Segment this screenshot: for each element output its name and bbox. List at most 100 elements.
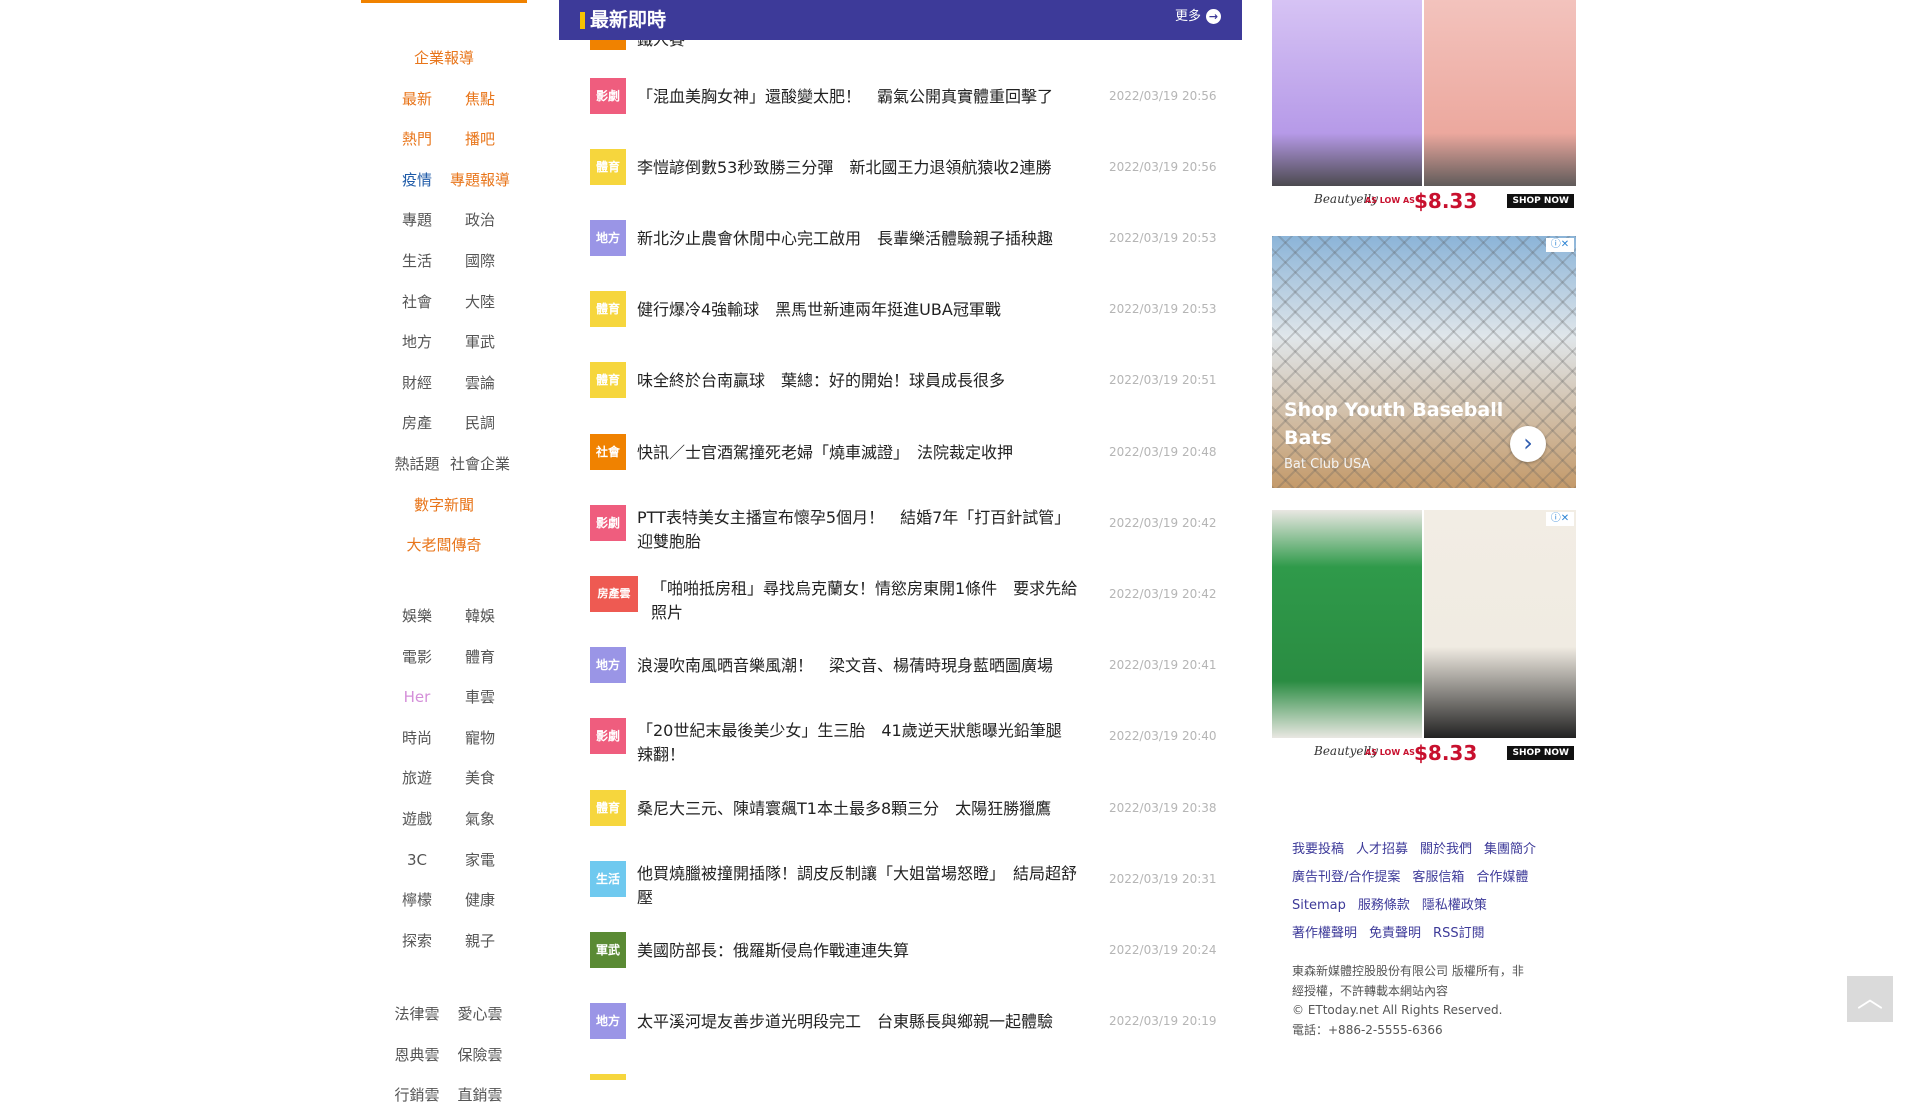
nav-link[interactable]: 家電 bbox=[465, 850, 495, 870]
nav-link[interactable]: 國際 bbox=[465, 251, 495, 271]
news-headline[interactable]: 美國防部長：俄羅斯侵烏作戰連連失算 bbox=[637, 939, 1077, 963]
category-badge[interactable]: 體育 bbox=[590, 148, 626, 185]
category-badge[interactable]: 社會 bbox=[590, 433, 626, 470]
category-badge[interactable]: 地方 bbox=[590, 1003, 626, 1040]
footer-link[interactable]: 免責聲明 bbox=[1369, 925, 1421, 942]
news-headline[interactable]: 「混血美胸女神」還酸變太肥！ 霸氣公開真實體重回擊了 bbox=[637, 85, 1077, 109]
footer-link[interactable]: 人才招募 bbox=[1356, 841, 1408, 858]
news-item[interactable]: 影劇 「20世紀末最後美少女」生三胎 41歲逆天狀態曝光鉛筆腿辣翻！ 2022/03… bbox=[559, 701, 1242, 772]
nav-link[interactable]: 雲論 bbox=[465, 373, 495, 393]
category-badge[interactable]: 體育 bbox=[590, 291, 626, 328]
nav-link[interactable]: 氣象 bbox=[465, 809, 495, 829]
ad-headline[interactable]: Shop Youth Baseball Bats bbox=[1284, 396, 1504, 452]
nav-link[interactable]: 旅遊 bbox=[402, 768, 432, 788]
news-item[interactable]: 體育耀季7輪邱辰獲天滿貫砲 味全龍5比2逆轉統一獅2022/03/19 20:1… bbox=[559, 1057, 1242, 1080]
nav-link[interactable]: 電影 bbox=[402, 647, 432, 667]
nav-link[interactable]: 焦點 bbox=[465, 89, 495, 109]
footer-link[interactable]: Sitemap bbox=[1292, 897, 1346, 914]
nav-link[interactable]: 娛樂 bbox=[402, 606, 432, 626]
category-badge[interactable]: 影劇 bbox=[590, 718, 626, 755]
baseball-ad[interactable]: ⓘ✕ Shop Youth Baseball Bats Bat Club USA… bbox=[1272, 236, 1576, 488]
category-badge[interactable]: 地方 bbox=[590, 219, 626, 256]
shop-now-button[interactable]: SHOP NOW bbox=[1507, 194, 1574, 208]
footer-link[interactable]: 集團簡介 bbox=[1484, 841, 1536, 858]
news-item[interactable]: 生活 他買燒臘被撞開插隊！調皮反制讓「大姐當場怒瞪」 結局超舒壓 2022/03/1… bbox=[559, 844, 1242, 915]
category-badge[interactable]: 體育 bbox=[590, 789, 626, 826]
nav-link[interactable]: 熱門 bbox=[402, 129, 432, 149]
nav-link[interactable]: 軍武 bbox=[465, 332, 495, 352]
nav-link[interactable]: 直銷雲 bbox=[457, 1085, 502, 1105]
nav-link[interactable]: 房產 bbox=[402, 413, 432, 433]
news-item[interactable]: 體育 桑尼大三元、陳靖寰飆T1本土最多8顆三分 太陽狂勝獵鷹 2022/03/19 … bbox=[559, 773, 1242, 844]
nav-link[interactable]: 大老闆傳奇 bbox=[406, 535, 481, 555]
nav-link[interactable]: 熱話題 bbox=[394, 454, 439, 474]
news-headline[interactable]: 新北汐止農會休閒中心完工啟用 長輩樂活體驗親子插秧趣 bbox=[637, 227, 1077, 251]
news-item[interactable]: 地方 新北汐止農會休閒中心完工啟用 長輩樂活體驗親子插秧趣 2022/03/19 2… bbox=[559, 203, 1242, 274]
footer-link[interactable]: 隱私權政策 bbox=[1422, 897, 1487, 914]
nav-link[interactable]: 3C bbox=[407, 850, 427, 870]
nav-link[interactable]: 疫情 bbox=[402, 170, 432, 190]
news-headline[interactable]: 桑尼大三元、陳靖寰飆T1本土最多8顆三分 太陽狂勝獵鷹 bbox=[637, 797, 1077, 821]
news-item[interactable]: 影劇 PTT表特美女主播宣布懷孕5個月！ 結婚7年「打百針試管」迎雙胞胎 2022/… bbox=[559, 488, 1242, 559]
adchoices-icon[interactable]: ⓘ✕ bbox=[1546, 238, 1574, 252]
news-item[interactable]: 房產雲 「啪啪抵房租」尋找烏克蘭女！情慾房東開1條件 要求先給照片 2022/03/… bbox=[559, 559, 1242, 630]
nav-link[interactable]: 體育 bbox=[465, 647, 495, 667]
nav-link[interactable]: 社會 bbox=[402, 292, 432, 312]
nav-link[interactable]: 民調 bbox=[465, 413, 495, 433]
category-badge[interactable]: 軍武 bbox=[590, 931, 626, 968]
nav-link[interactable]: 政治 bbox=[465, 210, 495, 230]
footer-link[interactable]: 我要投稿 bbox=[1292, 841, 1344, 858]
nav-link[interactable]: 最新 bbox=[402, 89, 432, 109]
category-badge[interactable]: 體育 bbox=[590, 362, 626, 399]
nav-link[interactable]: 時尚 bbox=[402, 728, 432, 748]
nav-link[interactable]: 專題 bbox=[402, 210, 432, 230]
footer-link[interactable]: 合作媒體 bbox=[1476, 869, 1528, 886]
nav-link[interactable]: 檸檬 bbox=[402, 890, 432, 910]
category-badge[interactable]: 房產雲 bbox=[590, 575, 638, 612]
nav-link[interactable]: 遊戲 bbox=[402, 809, 432, 829]
more-link[interactable]: 更多 → bbox=[1175, 8, 1221, 25]
footer-link[interactable]: 關於我們 bbox=[1420, 841, 1472, 858]
category-badge[interactable]: 生活 bbox=[590, 860, 626, 897]
footer-link[interactable]: 服務條款 bbox=[1358, 897, 1410, 914]
footer-link[interactable]: 著作權聲明 bbox=[1292, 925, 1357, 942]
back-to-top-button[interactable]: ︿ bbox=[1847, 976, 1893, 1022]
nav-link[interactable]: 寵物 bbox=[465, 728, 495, 748]
news-headline[interactable]: 太平溪河堤友善步道光明段完工 台東縣長與鄉親一起體驗 bbox=[637, 1010, 1077, 1034]
nav-link[interactable]: 生活 bbox=[402, 251, 432, 271]
footer-link[interactable]: 客服信箱 bbox=[1412, 869, 1464, 886]
news-headline[interactable]: 快訊／士官酒駕撞死老婦「燒車滅證」 法院裁定收押 bbox=[637, 441, 1077, 465]
adchoices-icon-bottom[interactable]: ⓘ✕ bbox=[1546, 512, 1574, 526]
nav-link[interactable]: 恩典雲 bbox=[394, 1045, 439, 1065]
news-headline[interactable]: PTT表特美女主播宣布懷孕5個月！ 結婚7年「打百針試管」迎雙胞胎 bbox=[637, 506, 1077, 554]
nav-link[interactable]: Her bbox=[404, 687, 431, 707]
news-item[interactable]: 地方 太平溪河堤友善步道光明段完工 台東縣長與鄉親一起體驗 2022/03/19 2… bbox=[559, 986, 1242, 1057]
nav-link[interactable]: 數字新聞 bbox=[414, 495, 474, 515]
fashion-ad-top[interactable]: Beautyelly AS LOW AS $8.33 SHOP NOW bbox=[1272, 0, 1576, 214]
chevron-right-icon[interactable]: › bbox=[1510, 426, 1546, 462]
footer-link[interactable]: 廣告刊登/合作提案 bbox=[1292, 869, 1400, 886]
news-headline[interactable]: 李愷諺倒數53秒致勝三分彈 新北國王力退領航猿收2連勝 bbox=[637, 156, 1077, 180]
nav-link[interactable]: 播吧 bbox=[465, 129, 495, 149]
news-item[interactable]: 影劇 「混血美胸女神」還酸變太肥！ 霸氣公開真實體重回擊了 2022/03/19 2… bbox=[559, 61, 1242, 132]
news-item[interactable]: 體育 李愷諺倒數53秒致勝三分彈 新北國王力退領航猿收2連勝 2022/03/19 … bbox=[559, 132, 1242, 203]
news-item[interactable]: 體育 健行爆冷4強輸球 黑馬世新連兩年挺進UBA冠軍戰 2022/03/19 20:… bbox=[559, 274, 1242, 345]
category-badge[interactable]: 影劇 bbox=[590, 77, 626, 114]
news-headline[interactable]: 浪漫吹南風晒音樂風潮！ 梁文音、楊蒨時現身藍晒圖廣場 bbox=[637, 654, 1077, 678]
news-item[interactable]: 體育 味全終於台南贏球 葉總：好的開始！球員成長很多 2022/03/19 20:5… bbox=[559, 345, 1242, 416]
news-headline[interactable]: 「20世紀末最後美少女」生三胎 41歲逆天狀態曝光鉛筆腿辣翻！ bbox=[637, 719, 1077, 767]
nav-link[interactable]: 親子 bbox=[465, 931, 495, 951]
nav-link[interactable]: 地方 bbox=[402, 332, 432, 352]
nav-link[interactable]: 專題報導 bbox=[450, 170, 510, 190]
nav-link[interactable]: 法律雲 bbox=[394, 1004, 439, 1024]
news-item[interactable]: 地方 浪漫吹南風晒音樂風潮！ 梁文音、楊蒨時現身藍晒圖廣場 2022/03/19 2… bbox=[559, 630, 1242, 701]
news-headline[interactable]: 味全終於台南贏球 葉總：好的開始！球員成長很多 bbox=[637, 369, 1077, 393]
shop-now-button[interactable]: SHOP NOW bbox=[1507, 746, 1574, 760]
nav-link[interactable]: 企業報導 bbox=[414, 48, 474, 68]
nav-link[interactable]: 健康 bbox=[465, 890, 495, 910]
news-item[interactable]: 社會 快訊／士官酒駕撞死老婦「燒車滅證」 法院裁定收押 2022/03/19 20:… bbox=[559, 417, 1242, 488]
nav-link[interactable]: 美食 bbox=[465, 768, 495, 788]
news-headline[interactable]: 「啪啪抵房租」尋找烏克蘭女！情慾房東開1條件 要求先給照片 bbox=[651, 577, 1079, 625]
fashion-ad-bottom[interactable]: ⓘ✕ Beautyelly AS LOW AS $8.33 SHOP NOW bbox=[1272, 510, 1576, 766]
nav-link[interactable]: 大陸 bbox=[465, 292, 495, 312]
